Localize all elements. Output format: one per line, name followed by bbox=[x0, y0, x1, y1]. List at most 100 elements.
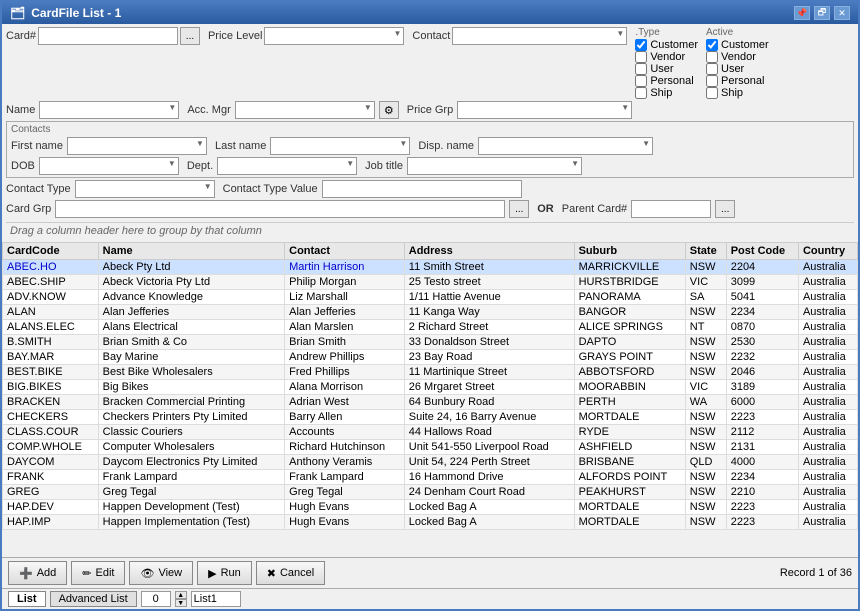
card-grp-dots-button[interactable]: ... bbox=[509, 200, 529, 218]
table-row[interactable]: COMP.WHOLEComputer WholesalersRichard Hu… bbox=[3, 440, 858, 455]
active-checkbox[interactable] bbox=[706, 51, 718, 63]
table-cell: Accounts bbox=[285, 425, 405, 440]
name-select[interactable] bbox=[39, 101, 179, 119]
pin-button[interactable]: 📌 bbox=[794, 6, 810, 20]
col-header-postcode[interactable]: Post Code bbox=[726, 243, 798, 260]
parent-card-input[interactable] bbox=[631, 200, 711, 218]
advanced-list-tab[interactable]: Advanced List bbox=[50, 591, 137, 607]
restore-button[interactable]: 🗗 bbox=[814, 6, 830, 20]
list-tab[interactable]: List bbox=[8, 591, 46, 607]
disp-name-select[interactable] bbox=[478, 137, 653, 155]
col-header-state[interactable]: State bbox=[685, 243, 726, 260]
spinner-down-button[interactable]: ▼ bbox=[175, 599, 187, 607]
table-cell: Suite 24, 16 Barry Avenue bbox=[404, 410, 574, 425]
table-cell: 2223 bbox=[726, 500, 798, 515]
table-row[interactable]: CLASS.COURClassic CouriersAccounts44 Hal… bbox=[3, 425, 858, 440]
table-row[interactable]: ALANAlan JefferiesAlan Jefferies11 Kanga… bbox=[3, 305, 858, 320]
dob-select[interactable] bbox=[39, 157, 179, 175]
disp-name-label: Disp. name bbox=[418, 140, 474, 152]
table-row[interactable]: B.SMITHBrian Smith & CoBrian Smith33 Don… bbox=[3, 335, 858, 350]
dept-label: Dept. bbox=[187, 160, 213, 172]
list-number-spinner: ▲ ▼ bbox=[175, 591, 187, 607]
table-cell: 2204 bbox=[726, 260, 798, 275]
card-code-link[interactable]: ABEC.HO bbox=[7, 261, 57, 273]
type-checkbox[interactable] bbox=[635, 63, 647, 75]
dept-select[interactable] bbox=[217, 157, 357, 175]
active-checkbox-label: User bbox=[721, 63, 744, 75]
last-name-select[interactable] bbox=[270, 137, 410, 155]
edit-button[interactable]: ✏ Edit bbox=[71, 561, 125, 585]
table-row[interactable]: ABEC.HOAbeck Pty LtdMartin Harrison11 Sm… bbox=[3, 260, 858, 275]
close-button[interactable]: ✕ bbox=[834, 6, 850, 20]
table-row[interactable]: BRACKENBracken Commercial PrintingAdrian… bbox=[3, 395, 858, 410]
title-bar: 🗂 CardFile List - 1 📌 🗗 ✕ bbox=[2, 2, 858, 24]
table-cell: Hugh Evans bbox=[285, 500, 405, 515]
table-cell: ABEC.SHIP bbox=[3, 275, 99, 290]
col-header-address[interactable]: Address bbox=[404, 243, 574, 260]
active-checkbox[interactable] bbox=[706, 39, 718, 51]
col-header-name[interactable]: Name bbox=[98, 243, 284, 260]
contact-type-select[interactable] bbox=[75, 180, 215, 198]
contact-link[interactable]: Martin Harrison bbox=[289, 261, 364, 273]
type-checkbox[interactable] bbox=[635, 75, 647, 87]
card-grp-input[interactable] bbox=[55, 200, 505, 218]
table-cell: SA bbox=[685, 290, 726, 305]
table-cell: Greg Tegal bbox=[98, 485, 284, 500]
table-cell: PEAKHURST bbox=[574, 485, 685, 500]
active-checkbox[interactable] bbox=[706, 75, 718, 87]
active-checkbox[interactable] bbox=[706, 63, 718, 75]
run-icon: ▶ bbox=[208, 567, 216, 580]
table-row[interactable]: ALANS.ELECAlans ElectricalAlan Marslen2 … bbox=[3, 320, 858, 335]
table-cell: Alan Marslen bbox=[285, 320, 405, 335]
table-row[interactable]: ABEC.SHIPAbeck Victoria Pty LtdPhilip Mo… bbox=[3, 275, 858, 290]
table-row[interactable]: GREGGreg TegalGreg Tegal24 Denham Court … bbox=[3, 485, 858, 500]
add-button[interactable]: ➕ Add bbox=[8, 561, 67, 585]
table-row[interactable]: BEST.BIKEBest Bike WholesalersFred Phill… bbox=[3, 365, 858, 380]
table-row[interactable]: DAYCOMDaycom Electronics Pty LimitedAnth… bbox=[3, 455, 858, 470]
table-row[interactable]: HAP.DEVHappen Development (Test)Hugh Eva… bbox=[3, 500, 858, 515]
table-row[interactable]: BIG.BIKESBig BikesAlana Morrison26 Mrgar… bbox=[3, 380, 858, 395]
acc-mgr-gear-button[interactable]: ⚙ bbox=[379, 101, 399, 119]
table-cell: 3099 bbox=[726, 275, 798, 290]
price-level-select[interactable] bbox=[264, 27, 404, 45]
price-grp-select[interactable] bbox=[457, 101, 632, 119]
table-cell: 11 Martinique Street bbox=[404, 365, 574, 380]
type-checkbox-item: Customer bbox=[635, 39, 698, 51]
col-header-cardcode[interactable]: CardCode bbox=[3, 243, 99, 260]
type-checkbox[interactable] bbox=[635, 51, 647, 63]
table-cell: HURSTBRIDGE bbox=[574, 275, 685, 290]
table-cell: Richard Hutchinson bbox=[285, 440, 405, 455]
table-row[interactable]: FRANKFrank LampardFrank Lampard16 Hammon… bbox=[3, 470, 858, 485]
active-checkbox-group: CustomerVendorUserPersonalShip bbox=[706, 39, 769, 99]
table-row[interactable]: BAY.MARBay MarineAndrew Phillips23 Bay R… bbox=[3, 350, 858, 365]
contact-type-value-label: Contact Type Value bbox=[223, 183, 318, 195]
contact-type-value-input[interactable] bbox=[322, 180, 522, 198]
active-checkbox[interactable] bbox=[706, 87, 718, 99]
view-button[interactable]: 👁 View bbox=[129, 561, 193, 585]
table-row[interactable]: CHECKERSCheckers Printers Pty LimitedBar… bbox=[3, 410, 858, 425]
list-number-input[interactable] bbox=[141, 591, 171, 607]
list-name-input[interactable] bbox=[191, 591, 241, 607]
first-name-select[interactable] bbox=[67, 137, 207, 155]
card-input[interactable] bbox=[38, 27, 178, 45]
run-button[interactable]: ▶ Run bbox=[197, 561, 252, 585]
spinner-up-button[interactable]: ▲ bbox=[175, 591, 187, 599]
cancel-button[interactable]: ✖ Cancel bbox=[256, 561, 325, 585]
table-cell: Australia bbox=[798, 365, 857, 380]
table-cell: Brian Smith & Co bbox=[98, 335, 284, 350]
table-cell: 2232 bbox=[726, 350, 798, 365]
col-header-country[interactable]: Country bbox=[798, 243, 857, 260]
type-checkbox[interactable] bbox=[635, 39, 647, 51]
col-header-contact[interactable]: Contact bbox=[285, 243, 405, 260]
job-title-select[interactable] bbox=[407, 157, 582, 175]
table-cell: NSW bbox=[685, 365, 726, 380]
parent-card-dots-button[interactable]: ... bbox=[715, 200, 735, 218]
acc-mgr-select[interactable] bbox=[235, 101, 375, 119]
col-header-suburb[interactable]: Suburb bbox=[574, 243, 685, 260]
contact-select[interactable] bbox=[452, 27, 627, 45]
card-dots-button[interactable]: ... bbox=[180, 27, 200, 45]
table-row[interactable]: ADV.KNOWAdvance KnowledgeLiz Marshall1/1… bbox=[3, 290, 858, 305]
table-row[interactable]: HAP.IMPHappen Implementation (Test)Hugh … bbox=[3, 515, 858, 530]
table-cell: Anthony Veramis bbox=[285, 455, 405, 470]
type-checkbox[interactable] bbox=[635, 87, 647, 99]
